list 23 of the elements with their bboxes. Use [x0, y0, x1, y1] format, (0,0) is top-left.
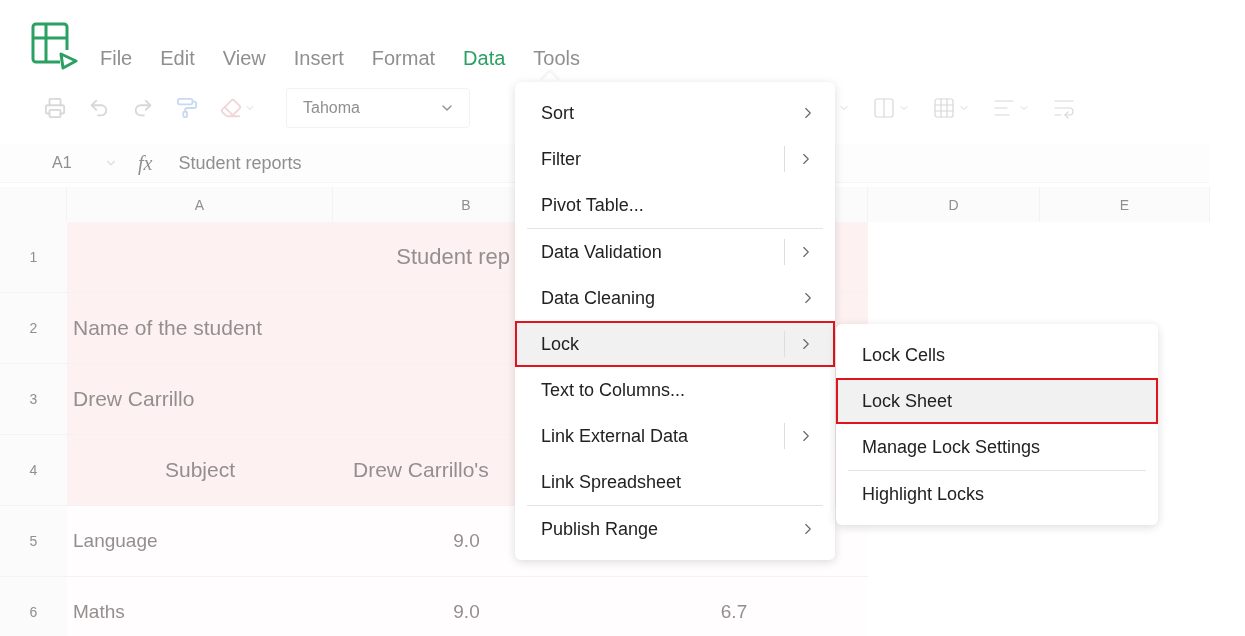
row-number: 3 — [0, 364, 67, 435]
menu-item[interactable]: Lock — [515, 321, 835, 367]
row-number: 6 — [0, 577, 67, 636]
menu-item[interactable]: Data Validation — [515, 229, 835, 275]
menu-item[interactable]: Lock Sheet — [836, 378, 1158, 424]
row-number: 5 — [0, 506, 67, 577]
grid-icon[interactable] — [932, 96, 970, 120]
function-label: fx — [138, 151, 153, 175]
logo-icon — [30, 22, 80, 70]
paint-roller-icon[interactable] — [176, 97, 198, 119]
undo-icon[interactable] — [88, 97, 110, 119]
menu-item[interactable]: Text to Columns... — [515, 367, 835, 413]
redo-icon[interactable] — [132, 97, 154, 119]
row-number: 4 — [0, 435, 67, 506]
print-icon[interactable] — [44, 97, 66, 119]
borders-icon[interactable] — [872, 96, 910, 120]
menu-item[interactable]: Filter — [515, 136, 835, 182]
row-number: 1 — [0, 222, 67, 293]
row-number: 2 — [0, 293, 67, 364]
menu-item[interactable]: Sort — [515, 90, 835, 136]
menu-item[interactable]: Link Spreadsheet — [515, 459, 835, 505]
table-cell: Subject — [67, 435, 333, 506]
eraser-icon[interactable] — [220, 97, 256, 119]
